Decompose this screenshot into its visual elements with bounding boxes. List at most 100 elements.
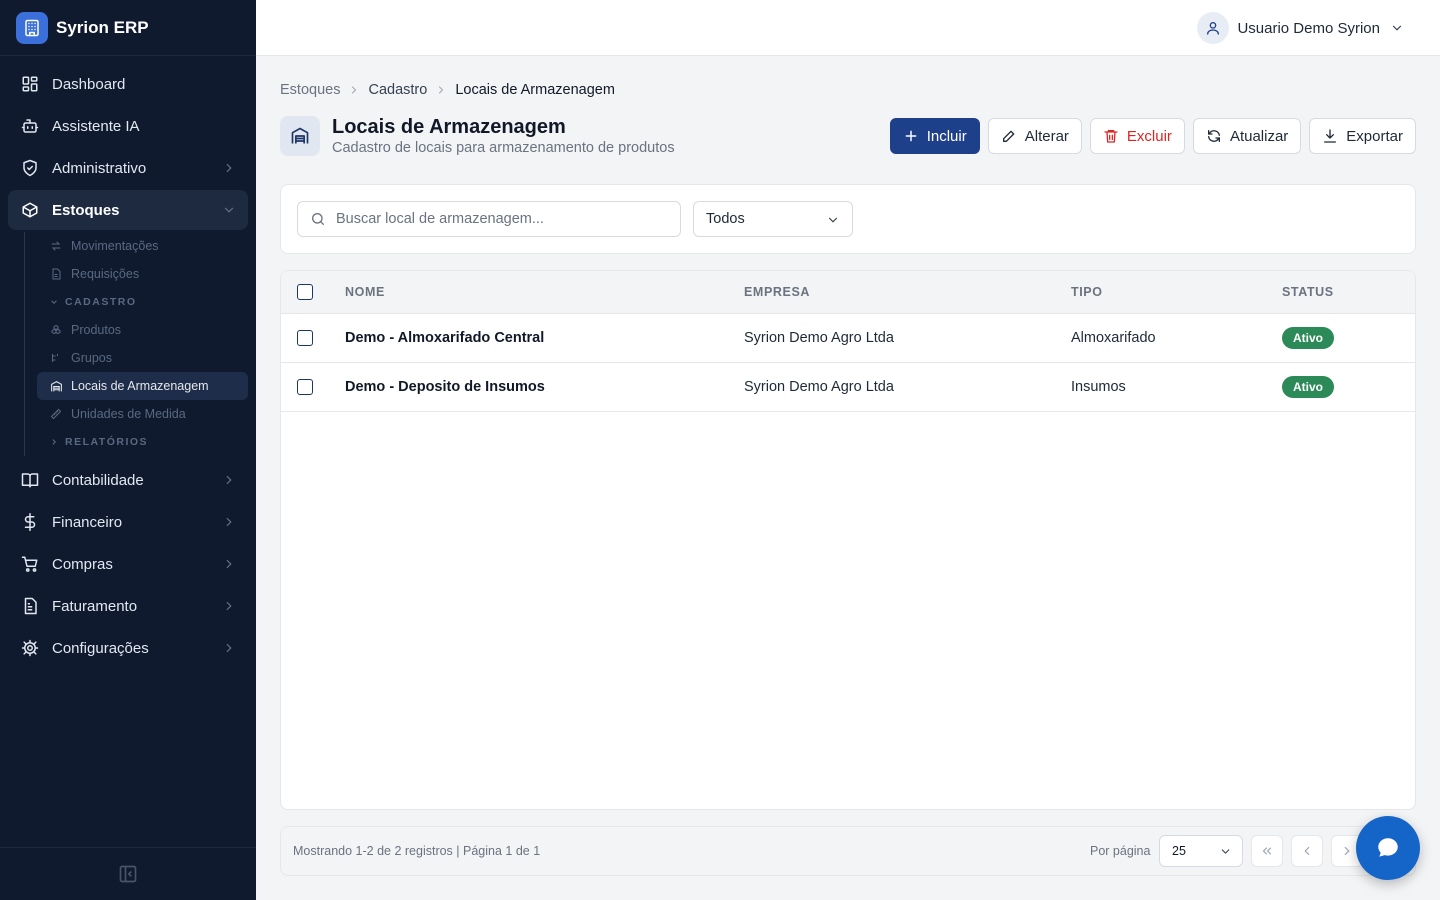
- warehouse-icon: [280, 116, 320, 156]
- sidebar-subitem-locais[interactable]: Locais de Armazenagem: [37, 372, 248, 400]
- column-header-status[interactable]: Status: [1282, 271, 1334, 313]
- table-row[interactable]: Demo - Almoxarifado Central Syrion Demo …: [281, 314, 1415, 363]
- atualizar-button[interactable]: Atualizar: [1192, 118, 1302, 154]
- user-menu[interactable]: Usuario Demo Syrion: [1197, 12, 1404, 44]
- row-checkbox[interactable]: [297, 379, 313, 395]
- collapse-sidebar-icon[interactable]: [118, 864, 138, 884]
- cart-icon: [20, 554, 40, 574]
- sidebar-item-compras[interactable]: Compras: [8, 544, 248, 584]
- sidebar-item-label: Dashboard: [52, 75, 126, 93]
- per-page-label: Por página: [1090, 844, 1151, 858]
- incluir-button[interactable]: Incluir: [889, 118, 980, 154]
- column-header-nome[interactable]: Nome: [345, 271, 385, 313]
- alterar-label: Alterar: [1024, 127, 1069, 145]
- status-filter-value: Todos: [706, 211, 745, 227]
- sidebar-item-label: Contabilidade: [52, 471, 144, 489]
- excluir-button[interactable]: Excluir: [1089, 118, 1185, 154]
- first-page-button[interactable]: [1251, 835, 1283, 867]
- dollar-icon: [20, 512, 40, 532]
- sidebar-nav: Dashboard Assistente IA Administrativo E…: [0, 56, 256, 668]
- chevron-right-icon: [222, 161, 236, 175]
- sidebar-subitem-label: Unidades de Medida: [71, 407, 186, 421]
- sidebar-subitem-produtos[interactable]: Produtos: [37, 316, 248, 344]
- sidebar-subitem-movimentacoes[interactable]: Movimentações: [37, 232, 248, 260]
- cell-empresa: Syrion Demo Agro Ltda: [744, 330, 894, 346]
- arrows-icon: [49, 239, 63, 253]
- plus-icon: [903, 128, 919, 144]
- sidebar-subitem-unidades[interactable]: Unidades de Medida: [37, 400, 248, 428]
- sidebar-subitem-grupos[interactable]: Grupos: [37, 344, 248, 372]
- cell-status: Ativo: [1282, 314, 1334, 362]
- refresh-icon: [1206, 128, 1222, 144]
- package-icon: [20, 200, 40, 220]
- chevron-down-icon: [1219, 845, 1232, 858]
- per-page-value: 25: [1172, 844, 1186, 858]
- invoice-icon: [20, 596, 40, 616]
- user-name: Usuario Demo Syrion: [1237, 19, 1380, 37]
- chevron-down-icon: [1390, 21, 1404, 35]
- brand[interactable]: Syrion ERP: [0, 0, 256, 56]
- column-header-empresa[interactable]: Empresa: [744, 271, 810, 313]
- sidebar-subitem-label: Produtos: [71, 323, 122, 337]
- sidebar-subitem-label: Locais de Armazenagem: [71, 379, 209, 393]
- cell-tipo: Insumos: [1071, 379, 1126, 395]
- sidebar-item-label: Configurações: [52, 639, 149, 657]
- chevron-right-icon: [222, 599, 236, 613]
- per-page-select[interactable]: 25: [1159, 835, 1243, 867]
- exportar-button[interactable]: Exportar: [1309, 118, 1416, 154]
- cell-empresa: Syrion Demo Agro Ltda: [744, 379, 894, 395]
- sidebar-subitem-requisicoes[interactable]: Requisições: [37, 260, 248, 288]
- chevron-right-icon: [222, 557, 236, 571]
- chat-bubble-icon: [1375, 835, 1401, 861]
- prev-page-button[interactable]: [1291, 835, 1323, 867]
- cell-tipo: Almoxarifado: [1071, 330, 1156, 346]
- table-row[interactable]: Demo - Deposito de Insumos Syrion Demo A…: [281, 363, 1415, 412]
- chat-button[interactable]: [1356, 816, 1420, 880]
- book-icon: [20, 470, 40, 490]
- sidebar-item-dashboard[interactable]: Dashboard: [8, 64, 248, 104]
- row-checkbox[interactable]: [297, 330, 313, 346]
- column-header-tipo[interactable]: Tipo: [1071, 271, 1103, 313]
- sidebar-item-label: Administrativo: [52, 159, 147, 177]
- user-icon: [1197, 12, 1230, 44]
- document-icon: [49, 267, 63, 281]
- breadcrumb-item[interactable]: Estoques: [280, 82, 340, 98]
- breadcrumb-item[interactable]: Cadastro: [368, 82, 427, 98]
- sidebar-item-financeiro[interactable]: Financeiro: [8, 502, 248, 542]
- sidebar-item-contabilidade[interactable]: Contabilidade: [8, 460, 248, 500]
- tree-icon: [49, 351, 63, 365]
- search-icon: [310, 211, 326, 227]
- filters-card: Todos: [280, 184, 1416, 254]
- sidebar-item-administrativo[interactable]: Administrativo: [8, 148, 248, 188]
- alterar-button[interactable]: Alterar: [987, 118, 1082, 154]
- pagination-info: Mostrando 1-2 de 2 registros | Página 1 …: [293, 844, 541, 858]
- sidebar-footer: [0, 847, 256, 900]
- sidebar-item-estoques[interactable]: Estoques: [8, 190, 248, 230]
- incluir-label: Incluir: [926, 127, 967, 145]
- table-header: Nome Empresa Tipo Status: [281, 271, 1415, 314]
- sidebar-item-faturamento[interactable]: Faturamento: [8, 586, 248, 626]
- chevron-right-icon: [435, 84, 447, 96]
- select-all-cell: [297, 271, 313, 313]
- sidebar-section-label: Cadastro: [65, 296, 137, 308]
- breadcrumb-current: Locais de Armazenagem: [455, 82, 615, 98]
- row-select-cell: [297, 363, 313, 411]
- chevron-right-icon: [348, 84, 360, 96]
- sidebar-section-label: Relatórios: [65, 436, 149, 448]
- exportar-label: Exportar: [1346, 127, 1403, 145]
- cell-status: Ativo: [1282, 363, 1334, 411]
- select-all-checkbox[interactable]: [297, 284, 313, 300]
- chevron-right-icon: [222, 515, 236, 529]
- toolbar: Incluir Alterar Excluir Atualizar Export…: [889, 118, 1416, 154]
- excluir-label: Excluir: [1126, 127, 1172, 145]
- search-input[interactable]: [336, 211, 656, 227]
- status-badge: Ativo: [1282, 327, 1334, 349]
- sidebar-item-configuracoes[interactable]: Configurações: [8, 628, 248, 668]
- status-badge: Ativo: [1282, 376, 1334, 398]
- status-filter-select[interactable]: Todos: [693, 201, 853, 237]
- topbar: Usuario Demo Syrion: [256, 0, 1440, 56]
- sidebar-item-assistente-ia[interactable]: Assistente IA: [8, 106, 248, 146]
- building-icon: [16, 11, 48, 44]
- sidebar-section-relatorios[interactable]: Relatórios: [37, 428, 248, 456]
- sidebar-section-cadastro[interactable]: Cadastro: [37, 288, 248, 316]
